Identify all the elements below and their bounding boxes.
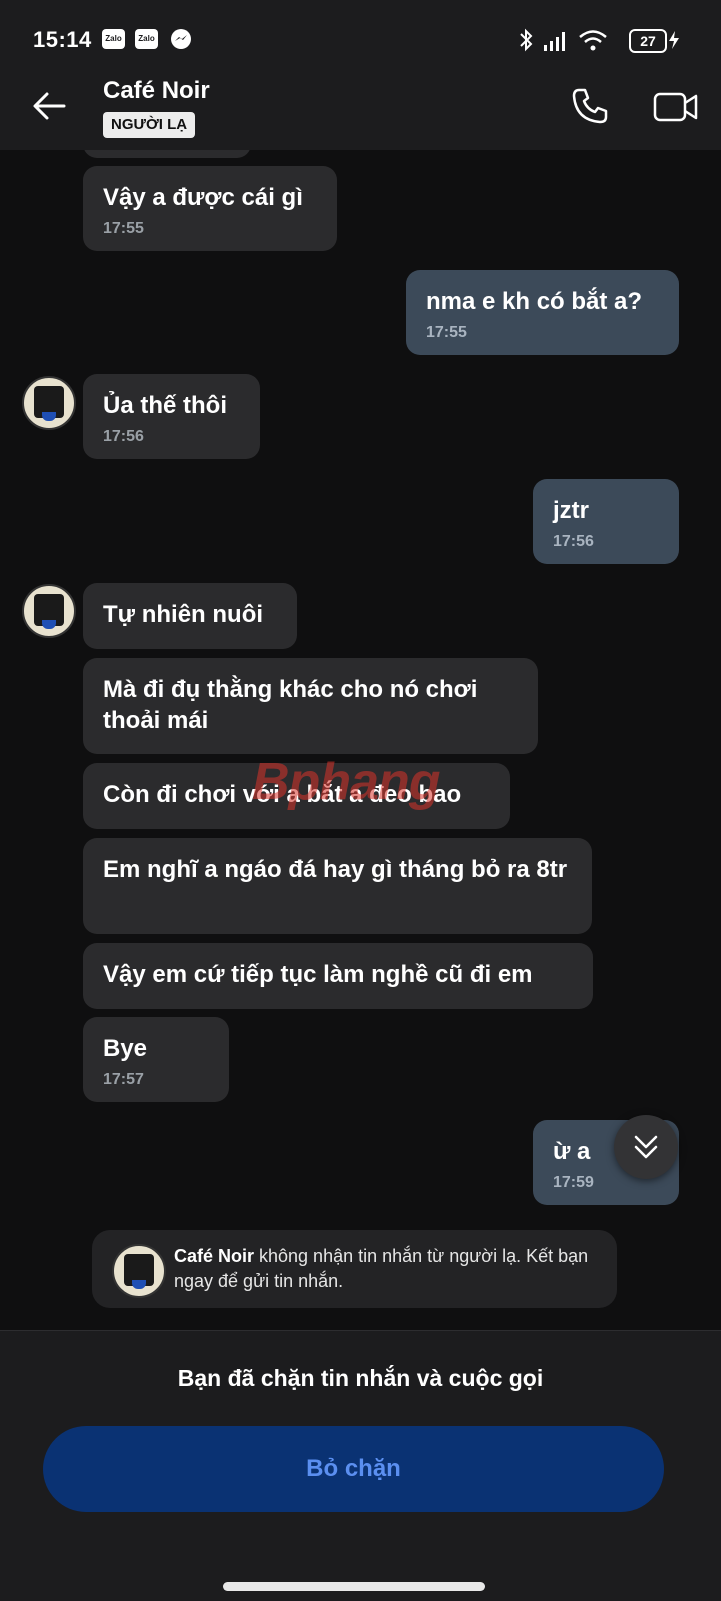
status-bar: 15:14 Zalo Zalo 27	[0, 0, 721, 62]
double-chevron-down-icon	[634, 1135, 658, 1159]
charging-icon	[669, 31, 679, 49]
video-camera-icon	[653, 92, 698, 122]
blocked-panel: Bạn đã chặn tin nhắn và cuộc gọi Bỏ chặn	[0, 1330, 721, 1601]
back-button[interactable]	[30, 86, 70, 126]
message-text: jztr	[553, 497, 589, 524]
message-text: Tự nhiên nuôi	[103, 601, 264, 628]
phone-icon	[572, 88, 608, 124]
message-time: 17:55	[103, 220, 144, 237]
message-bubble[interactable]	[83, 150, 251, 158]
contact-avatar	[112, 1244, 166, 1298]
message-text: Còn đi chơi với a bắt a đeo bao	[103, 781, 462, 808]
unblock-button[interactable]: Bỏ chặn	[43, 1426, 664, 1512]
message-bubble[interactable]: Em nghĩ a ngáo đá hay gì tháng bỏ ra 8tr	[83, 838, 592, 934]
message-time: 17:56	[103, 428, 144, 445]
notice-text: Café Noir không nhận tin nhắn từ người l…	[174, 1244, 604, 1294]
blocked-status-text: Bạn đã chặn tin nhắn và cuộc gọi	[177, 1365, 544, 1391]
chat-header: Café Noir NGƯỜI LẠ	[0, 62, 721, 150]
contact-avatar[interactable]	[22, 376, 76, 430]
message-list[interactable]: Vậy a được cái gì 17:55 nma e kh có bắt …	[0, 150, 721, 1356]
stranger-notice: Café Noir không nhận tin nhắn từ người l…	[92, 1230, 617, 1308]
message-bubble[interactable]: Bye 17:57	[83, 1017, 229, 1102]
notice-contact-name: Café Noir	[174, 1246, 255, 1266]
zalo-icon: Zalo	[135, 29, 158, 49]
stranger-badge: NGƯỜI LẠ	[103, 112, 196, 138]
contact-avatar[interactable]	[22, 584, 76, 638]
message-bubble[interactable]: Còn đi chơi với a bắt a đeo bao	[83, 763, 510, 829]
message-text: Mà đi đụ thằng khác cho nó chơi thoải má…	[103, 676, 478, 734]
video-call-button[interactable]	[652, 86, 700, 126]
message-text: nma e kh có bắt a?	[426, 288, 643, 315]
message-text: Ủa thế thôi	[103, 392, 227, 419]
message-time: 17:57	[103, 1071, 144, 1088]
message-time: 17:55	[426, 324, 467, 341]
message-bubble[interactable]: Tự nhiên nuôi	[83, 583, 297, 649]
zalo-icon: Zalo	[102, 29, 125, 49]
voice-call-button[interactable]	[570, 86, 610, 126]
message-bubble[interactable]: nma e kh có bắt a? 17:55	[406, 270, 679, 355]
message-bubble[interactable]: Vậy em cứ tiếp tục làm nghề cũ đi em	[83, 943, 593, 1009]
signal-icon	[544, 32, 565, 51]
message-text: Bye	[103, 1035, 148, 1062]
message-text: Em nghĩ a ngáo đá hay gì tháng bỏ ra 8tr	[103, 856, 568, 883]
wifi-icon	[579, 30, 607, 51]
message-time: 17:56	[553, 533, 594, 550]
arrow-left-icon	[33, 92, 66, 120]
battery-indicator: 27	[629, 29, 667, 53]
message-text: Vậy a được cái gì	[103, 184, 303, 211]
message-bubble[interactable]: Ủa thế thôi 17:56	[83, 374, 260, 459]
messenger-icon	[171, 29, 191, 49]
bluetooth-icon	[520, 28, 533, 52]
message-bubble[interactable]: jztr 17:56	[533, 479, 679, 564]
home-indicator[interactable]	[223, 1582, 485, 1591]
scroll-to-bottom-button[interactable]	[614, 1115, 678, 1179]
message-bubble[interactable]: Mà đi đụ thằng khác cho nó chơi thoải má…	[83, 658, 538, 754]
message-text: Vậy em cứ tiếp tục làm nghề cũ đi em	[103, 961, 533, 988]
status-time: 15:14	[33, 27, 92, 52]
message-bubble[interactable]: Vậy a được cái gì 17:55	[83, 166, 337, 251]
contact-name[interactable]: Café Noir	[103, 77, 210, 105]
